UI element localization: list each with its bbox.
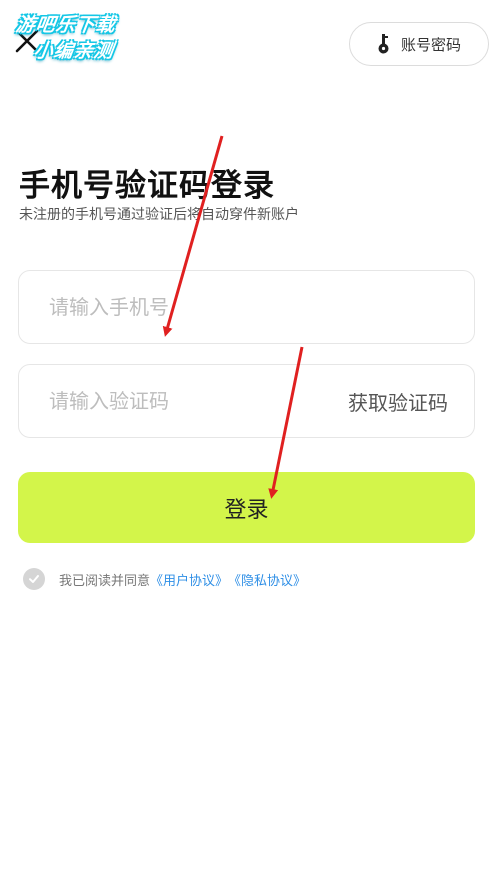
page-title: 手机号验证码登录 (19, 168, 275, 204)
phone-input[interactable] (49, 271, 329, 343)
verification-code-field: 获取验证码 (18, 364, 475, 438)
user-agreement-link[interactable]: 《用户协议》 (150, 570, 228, 589)
watermark-line-2: 小编亲测 (32, 40, 116, 62)
close-button[interactable] (12, 26, 42, 56)
page-subtitle: 未注册的手机号通过验证后将自动穿件新账户 (19, 207, 299, 223)
password-login-label: 账号密码 (400, 35, 461, 54)
verification-code-input[interactable] (49, 365, 329, 437)
privacy-policy-link[interactable]: 《隐私协议》 (228, 570, 306, 589)
agreement-text: 我已阅读并同意 (59, 573, 151, 589)
agreement-row: 我已阅读并同意 《用户协议》 《隐私协议》 (23, 568, 306, 590)
agreement-checkbox[interactable] (23, 568, 45, 590)
phone-field (18, 270, 475, 344)
get-code-button[interactable]: 获取验证码 (348, 365, 448, 437)
password-login-button[interactable]: 账号密码 (349, 22, 489, 66)
checkmark-icon (29, 575, 39, 583)
close-icon (15, 29, 39, 53)
key-icon (378, 34, 389, 54)
annotation-arrows (162, 135, 304, 499)
login-button[interactable]: 登录 (18, 472, 475, 543)
